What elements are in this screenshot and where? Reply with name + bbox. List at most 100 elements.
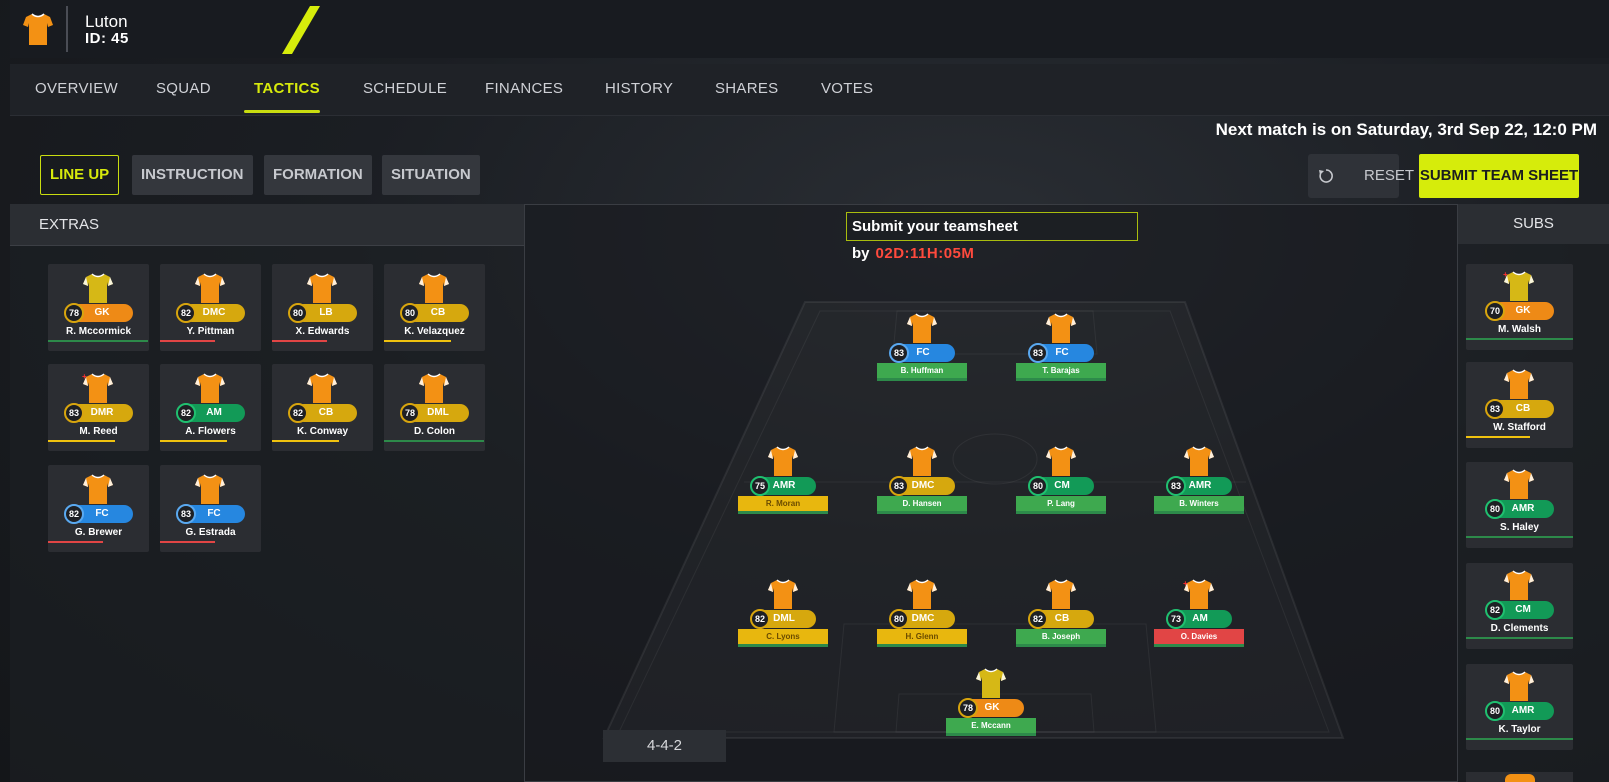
- pitch-player[interactable]: DMC 80 H. Glenn: [877, 578, 967, 648]
- fitness-bar: [1466, 338, 1573, 340]
- rating-badge: 83: [889, 343, 909, 363]
- sub-player-card[interactable]: AMR 80 K. Taylor: [1466, 664, 1573, 750]
- rating-badge: 80: [1485, 499, 1505, 519]
- injury-icon: +: [82, 372, 87, 381]
- player-name: S. Haley: [1500, 522, 1539, 533]
- fitness-bar: [1154, 644, 1244, 647]
- extra-player-card[interactable]: CB 82 K. Conway: [272, 364, 373, 451]
- tab-line-up[interactable]: LINE UP: [40, 155, 120, 195]
- tab-situation[interactable]: SITUATION: [382, 155, 480, 195]
- rating-badge: 83: [1166, 476, 1186, 496]
- player-name: Y. Pittman: [186, 326, 235, 337]
- submit-team-sheet-button[interactable]: SUBMIT TEAM SHEET: [1419, 154, 1579, 198]
- shirt-icon: [82, 473, 114, 505]
- player-name: H. Glenn: [877, 629, 967, 644]
- nav-tab-shares[interactable]: SHARES: [715, 80, 779, 97]
- pitch-player[interactable]: CB 82 B. Joseph: [1016, 578, 1106, 648]
- pitch-player[interactable]: FC 83 T. Barajas: [1016, 312, 1106, 382]
- player-name: E. Mccann: [946, 718, 1036, 733]
- active-tab-underline: [244, 110, 320, 113]
- fitness-bar: [1466, 536, 1573, 538]
- sub-card-partial[interactable]: [1466, 772, 1573, 782]
- extra-player-card[interactable]: DMC 82 Y. Pittman: [160, 264, 261, 351]
- brand-slash-icon: [282, 6, 320, 54]
- player-name: R. Mccormick: [65, 326, 132, 337]
- nav-tab-squad[interactable]: SQUAD: [156, 80, 211, 97]
- fitness-bar: [1466, 637, 1573, 639]
- fitness-bar: [877, 511, 967, 514]
- player-name: R. Moran: [738, 496, 828, 511]
- subs-header: SUBS: [1458, 204, 1609, 244]
- fitness-bar: [48, 340, 148, 342]
- sub-player-card[interactable]: CM 82 D. Clements: [1466, 563, 1573, 649]
- pitch-player[interactable]: + AM 73 O. Davies: [1154, 578, 1244, 648]
- nav-tab-votes[interactable]: VOTES: [821, 80, 873, 97]
- rating-badge: 75: [750, 476, 770, 496]
- extra-player-card[interactable]: AM 82 A. Flowers: [160, 364, 261, 451]
- rating-badge: 73: [1166, 609, 1186, 629]
- pitch-player[interactable]: FC 83 B. Huffman: [877, 312, 967, 382]
- sub-player-card[interactable]: + GK 70 M. Walsh: [1466, 264, 1573, 350]
- player-name: D. Hansen: [877, 496, 967, 511]
- pitch-player[interactable]: AMR 83 B. Winters: [1154, 445, 1244, 515]
- fitness-bar: [1016, 378, 1106, 381]
- pitch-player[interactable]: CM 80 P. Lang: [1016, 445, 1106, 515]
- rating-badge: 82: [176, 303, 196, 323]
- tab-formation[interactable]: FORMATION: [264, 155, 372, 195]
- fitness-bar: [272, 440, 339, 442]
- player-name: P. Lang: [1016, 496, 1106, 511]
- pitch-player[interactable]: DML 82 C. Lyons: [738, 578, 828, 648]
- player-name: G. Brewer: [74, 527, 123, 538]
- club-shirt-icon: [23, 13, 53, 45]
- extra-player-card[interactable]: GK 78 R. Mccormick: [48, 264, 149, 351]
- pitch-player[interactable]: GK 78 E. Mccann: [946, 667, 1036, 737]
- club-id: ID: 45: [85, 30, 129, 47]
- tab-instruction[interactable]: INSTRUCTION: [132, 155, 253, 195]
- extra-player-card[interactable]: DML 78 D. Colon: [384, 364, 485, 451]
- fitness-bar: [160, 340, 215, 342]
- rating-badge: 83: [889, 476, 909, 496]
- nav-tab-finances[interactable]: FINANCES: [485, 80, 563, 97]
- sub-player-card[interactable]: CB 83 W. Stafford: [1466, 362, 1573, 448]
- rating-badge: 80: [1028, 476, 1048, 496]
- extra-player-card[interactable]: FC 83 G. Estrada: [160, 465, 261, 552]
- pitch-player[interactable]: DMC 83 D. Hansen: [877, 445, 967, 515]
- club-name: Luton: [85, 12, 128, 31]
- shirt-icon: [1503, 468, 1535, 500]
- shirt-icon: [767, 578, 799, 610]
- fitness-bar: [877, 378, 967, 381]
- shirt-icon: [1503, 670, 1535, 702]
- nav-tab-schedule[interactable]: SCHEDULE: [363, 80, 447, 97]
- rating-badge: 82: [176, 403, 196, 423]
- nav-tab-history[interactable]: HISTORY: [605, 80, 673, 97]
- fitness-bar: [877, 644, 967, 647]
- reset-icon: [1319, 169, 1333, 183]
- rating-badge: 80: [889, 609, 909, 629]
- fitness-bar: [48, 541, 103, 543]
- player-name: B. Winters: [1154, 496, 1244, 511]
- rating-badge: 83: [1028, 343, 1048, 363]
- pitch-player[interactable]: AMR 75 R. Moran: [738, 445, 828, 515]
- nav-tab-tactics[interactable]: TACTICS: [254, 80, 320, 97]
- extra-player-card[interactable]: FC 82 G. Brewer: [48, 465, 149, 552]
- extra-player-card[interactable]: + DMR 83 M. Reed: [48, 364, 149, 451]
- rating-badge: 80: [1485, 701, 1505, 721]
- shirt-icon: [906, 312, 938, 344]
- rating-badge: 70: [1485, 301, 1505, 321]
- shirt-icon: [1503, 569, 1535, 601]
- nav-tab-overview[interactable]: OVERVIEW: [35, 80, 118, 97]
- extra-player-card[interactable]: LB 80 X. Edwards: [272, 264, 373, 351]
- shirt-icon: [194, 372, 226, 404]
- shirt-icon: [306, 372, 338, 404]
- extras-title: EXTRAS: [39, 216, 100, 233]
- shirt-icon: [82, 272, 114, 304]
- fitness-bar: [1016, 644, 1106, 647]
- fitness-bar: [48, 440, 115, 442]
- fitness-bar: [160, 440, 227, 442]
- rating-badge: 78: [64, 303, 84, 323]
- rating-badge: 80: [288, 303, 308, 323]
- player-name: O. Davies: [1154, 629, 1244, 644]
- sub-player-card[interactable]: AMR 80 S. Haley: [1466, 462, 1573, 548]
- player-name: K. Conway: [296, 426, 349, 437]
- extra-player-card[interactable]: CB 80 K. Velazquez: [384, 264, 485, 351]
